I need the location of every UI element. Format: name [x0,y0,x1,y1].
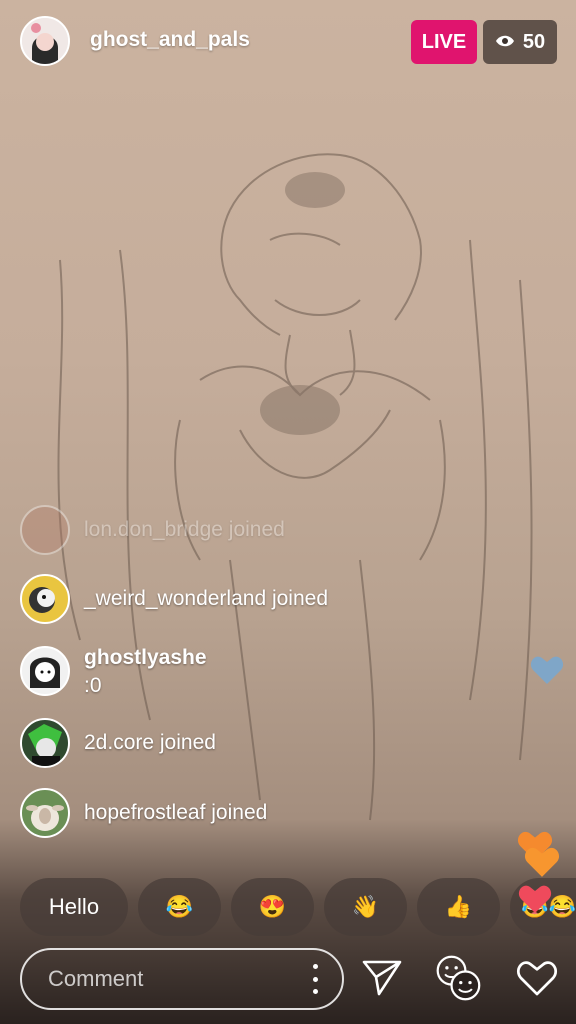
comment-text: _weird_wonderland joined [84,587,329,610]
commenter-avatar [20,505,70,555]
live-badge: LIVE [411,20,477,64]
heart-reaction-icon [524,847,560,877]
viewer-count: 50 [522,30,546,53]
comment-item: 2d.core joined [20,718,216,768]
comment-item: _weird_wonderland joined [20,574,328,624]
quick-reply-laughing[interactable]: 😂 [138,878,221,936]
quick-reply-thumbs-up[interactable]: 👍 [417,878,500,936]
eye-icon [495,31,515,54]
face-filter-icon[interactable] [434,952,482,1004]
comment-item: ghostlyashe :0 [20,646,207,698]
comment-input[interactable] [46,965,290,993]
commenter-avatar[interactable] [20,718,70,768]
heart-reaction-icon [518,885,552,913]
comment-item: hopefrostleaf joined [20,788,267,838]
comment-username[interactable]: ghostlyashe [84,646,207,670]
host-avatar[interactable] [20,16,70,66]
viewer-count-badge[interactable]: 50 [483,20,557,64]
quick-reply-wave[interactable]: 👋 [324,878,407,936]
comment-text: hopefrostleaf joined [84,801,268,824]
heart-reaction-icon [530,656,564,684]
heart-icon[interactable] [513,952,561,1004]
host-username[interactable]: ghost_and_pals [90,28,250,52]
more-options-icon[interactable] [312,964,318,994]
comment-text: lon.don_bridge joined [84,518,285,541]
send-icon[interactable] [358,952,406,1004]
comment-input-box[interactable] [20,948,344,1010]
comment-text: 2d.core joined [84,731,216,754]
quick-reply-hello[interactable]: Hello [20,878,128,936]
commenter-avatar[interactable] [20,788,70,838]
quick-reply-heart-eyes[interactable]: 😍 [231,878,314,936]
comment-text: :0 [84,674,102,697]
commenter-avatar[interactable] [20,646,70,696]
comment-item: lon.don_bridge joined [20,505,285,555]
commenter-avatar[interactable] [20,574,70,624]
